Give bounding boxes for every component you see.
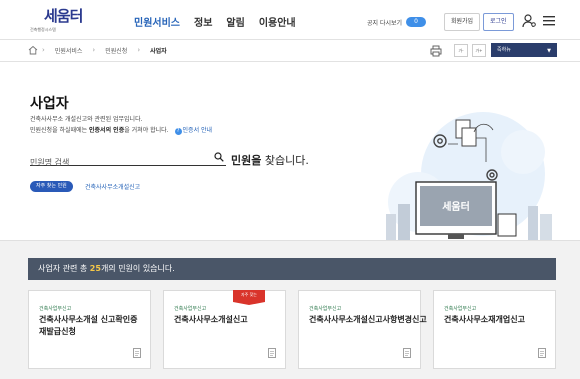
frequent-service-link[interactable]: 건축사사무소개설신고 bbox=[85, 182, 140, 191]
certificate-guide-label: 인증서 안내 bbox=[182, 127, 213, 134]
office-illustration: 세움터 bbox=[386, 112, 552, 242]
logo-subtitle: 건축행정시스템 bbox=[30, 27, 56, 32]
search-caption-rest: 찾습니다. bbox=[261, 154, 309, 167]
frequent-badge: 자주 찾는 민원 bbox=[30, 181, 73, 192]
caret-down-icon: ▼ bbox=[547, 48, 551, 54]
frequent-ribbon: 자주 찾는 bbox=[233, 290, 265, 305]
breadcrumb-item-civil-service[interactable]: 민원서비스 bbox=[45, 46, 93, 55]
font-decrease-button[interactable]: 가- bbox=[454, 44, 468, 57]
service-category: 건축사업무신고 bbox=[444, 306, 477, 312]
nav-item-notice[interactable]: 알림 bbox=[226, 14, 244, 29]
search-icon[interactable] bbox=[214, 152, 224, 162]
quick-menu-label: 즉하뉴 bbox=[497, 47, 511, 53]
question-icon: ? bbox=[174, 128, 182, 135]
certificate-guide-link[interactable]: ? 인증서 안내 bbox=[174, 127, 213, 135]
site-logo[interactable]: 세움터 건축행정시스템 bbox=[30, 8, 90, 34]
home-icon[interactable] bbox=[28, 45, 38, 55]
notice-toggle[interactable]: 0 bbox=[406, 17, 427, 27]
notice-reshow: 공지 다시보기 0 bbox=[367, 17, 427, 27]
service-card[interactable]: 건축사업무신고 건축사사무소개설신고사항변경신고 bbox=[298, 290, 427, 369]
page-description: 건축사사무소 개설신고와 관련된 업무입니다. bbox=[30, 116, 143, 123]
breadcrumb-item-current: 사업자 bbox=[150, 47, 167, 55]
print-icon[interactable] bbox=[430, 45, 442, 57]
results-summary: 사업자 관련 총 25개의 민원이 있습니다. bbox=[28, 258, 556, 280]
search-caption-bold: 민원을 bbox=[231, 154, 262, 167]
service-category: 건축사업무신고 bbox=[39, 306, 72, 312]
breadcrumb: › 민원서비스 › 민원신청 › 사업자 bbox=[28, 45, 177, 55]
login-button[interactable]: 로그인 bbox=[483, 13, 514, 31]
nav-item-guide[interactable]: 이용안내 bbox=[259, 14, 296, 29]
certificate-notice-bold: 인증서의 인증 bbox=[89, 127, 125, 134]
breadcrumb-item-apply[interactable]: 민원신청 bbox=[95, 46, 137, 55]
hamburger-menu-icon[interactable] bbox=[543, 15, 555, 26]
frequent-ribbon-label: 자주 찾는 bbox=[241, 292, 257, 297]
document-icon bbox=[538, 348, 546, 358]
page-tools: 가- 가+ bbox=[430, 44, 486, 57]
results-prefix: 사업자 관련 총 bbox=[38, 264, 90, 273]
certificate-notice-prefix: 민원신청을 하실때에는 bbox=[30, 127, 90, 134]
service-category: 건축사업무신고 bbox=[309, 306, 342, 312]
certificate-notice: 민원신청을 하실때에는 인증서의 인증을 거쳐야 합니다. ? 인증서 안내 bbox=[30, 125, 212, 135]
main-nav: 민원서비스 정보 알림 이용안내 bbox=[134, 14, 296, 43]
hero-section: 사업자 건축사사무소 개설신고와 관련된 업무입니다. 민원신청을 하실때에는 … bbox=[0, 62, 580, 242]
join-button[interactable]: 회원가입 bbox=[444, 13, 481, 31]
service-name: 건축사사무소개설신고 bbox=[174, 315, 248, 324]
page-title: 사업자 bbox=[30, 96, 69, 112]
service-name: 건축사사무소개설 신고확인증 재발급신청 bbox=[39, 315, 138, 336]
search-input[interactable] bbox=[30, 155, 200, 170]
service-name: 건축사사무소재개업신고 bbox=[444, 315, 525, 324]
certificate-notice-suffix: 을 거쳐야 합니다. bbox=[124, 127, 169, 134]
service-card[interactable]: 건축사업무신고 건축사사무소개설 신고확인증 재발급신청 bbox=[28, 290, 151, 369]
nav-item-civil-service[interactable]: 민원서비스 bbox=[134, 14, 180, 43]
search-box bbox=[30, 150, 226, 170]
service-category: 건축사업무신고 bbox=[174, 306, 207, 312]
nav-item-info[interactable]: 정보 bbox=[194, 14, 212, 29]
document-icon bbox=[133, 348, 141, 358]
quick-menu-select[interactable]: 즉하뉴 ▼ bbox=[491, 43, 557, 57]
service-name: 건축사사무소개설신고사항변경신고 bbox=[309, 315, 427, 324]
notice-reshow-label: 공지 다시보기 bbox=[367, 19, 403, 27]
search-caption: 민원을 찾습니다. bbox=[231, 152, 309, 168]
results-section: 사업자 관련 총 25개의 민원이 있습니다. 건축사업무신고 건축사사무소개설… bbox=[0, 240, 580, 379]
monitor-logo-text: 세움터 bbox=[442, 200, 470, 213]
logo-text: 세움터 bbox=[44, 7, 83, 25]
document-icon bbox=[268, 348, 276, 358]
font-increase-button[interactable]: 가+ bbox=[472, 44, 486, 57]
site-header: 세움터 건축행정시스템 민원서비스 정보 알림 이용안내 공지 다시보기 0 회… bbox=[0, 0, 580, 43]
document-icon bbox=[403, 348, 411, 358]
service-card[interactable]: 건축사업무신고 건축사사무소개설신고 자주 찾는 bbox=[163, 290, 286, 369]
user-settings-icon[interactable] bbox=[522, 14, 536, 28]
results-suffix: 개의 민원이 있습니다. bbox=[100, 264, 175, 273]
service-card[interactable]: 건축사업무신고 건축사사무소재개업신고 bbox=[433, 290, 556, 369]
results-count: 25 bbox=[89, 264, 101, 273]
